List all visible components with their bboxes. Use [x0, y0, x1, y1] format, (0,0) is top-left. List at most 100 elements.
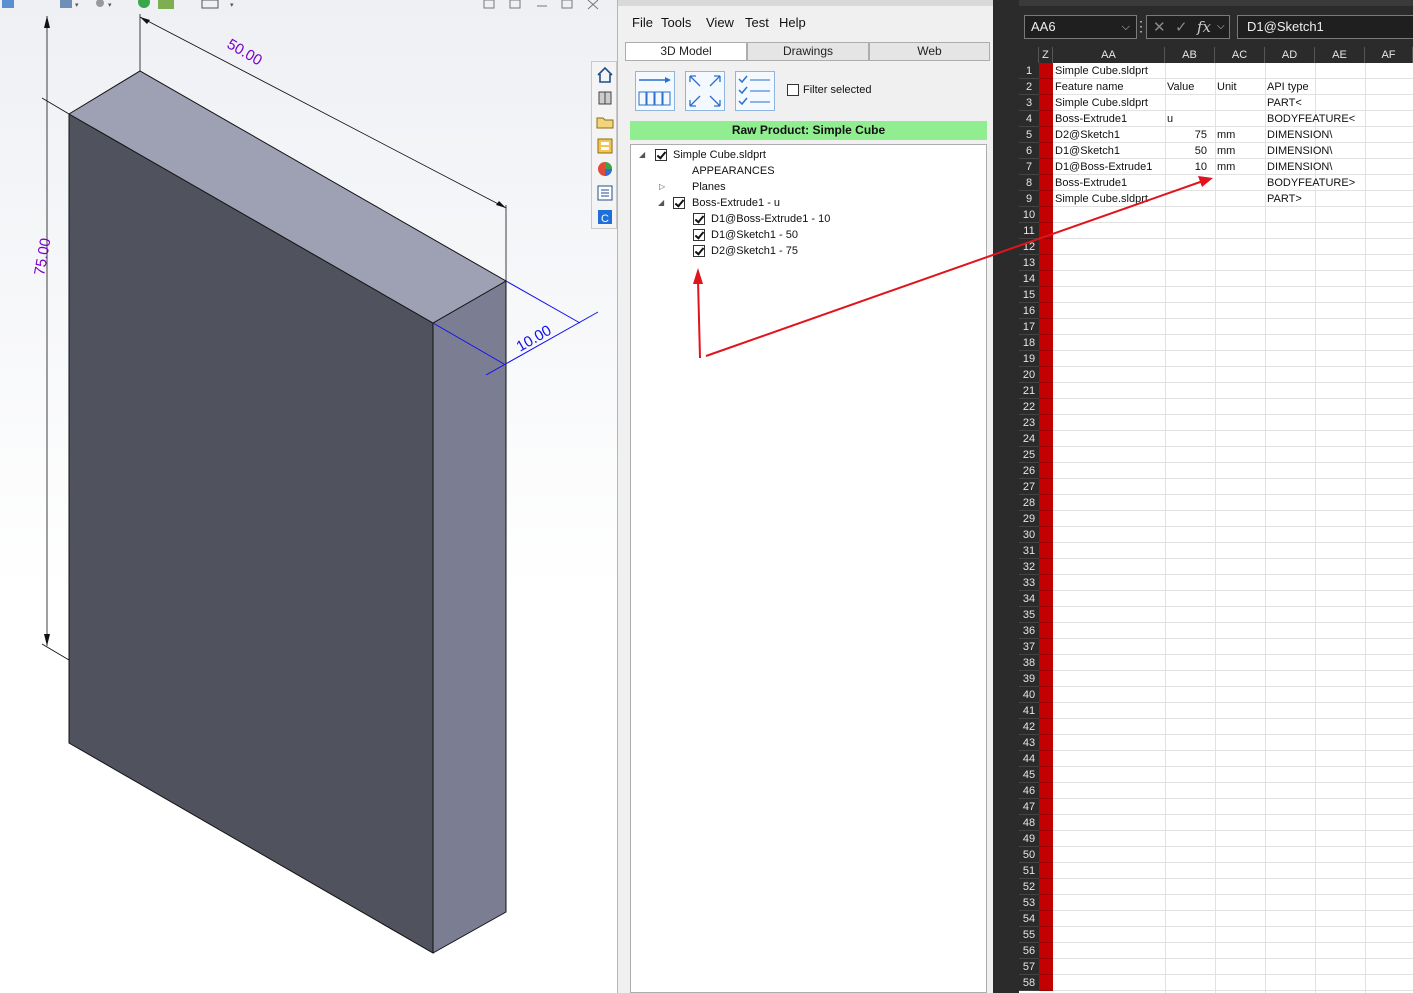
folder-icon[interactable]: [595, 112, 615, 132]
marker-cell[interactable]: [1039, 575, 1053, 591]
tree-item-boss-extrude[interactable]: Boss-Extrude1 - u: [692, 195, 780, 211]
row-header[interactable]: 35: [1019, 607, 1039, 623]
tree-checkbox-part[interactable]: [655, 149, 667, 161]
marker-cell[interactable]: [1039, 671, 1053, 687]
cell-ad-row5[interactable]: DIMENSION\: [1265, 127, 1332, 143]
cell-ab-row6[interactable]: 50: [1165, 143, 1215, 159]
marker-cell[interactable]: [1039, 255, 1053, 271]
row-header[interactable]: 54: [1019, 911, 1039, 927]
chevron-down-icon[interactable]: ⌵: [1122, 16, 1130, 38]
expand-collapse-button[interactable]: [685, 71, 725, 111]
cell-ac-row6[interactable]: mm: [1215, 143, 1265, 159]
row-header[interactable]: 6: [1019, 143, 1039, 159]
tab-3d-model[interactable]: 3D Model: [625, 42, 747, 61]
name-box[interactable]: AA6 ⌵: [1024, 15, 1137, 39]
row-header[interactable]: 32: [1019, 559, 1039, 575]
cell-ac-row9[interactable]: [1215, 191, 1265, 207]
column-header-af[interactable]: AF: [1365, 47, 1413, 63]
row-header[interactable]: 18: [1019, 335, 1039, 351]
cell-ad-row7[interactable]: DIMENSION\: [1265, 159, 1332, 175]
tree-item-dim-width[interactable]: D1@Sketch1 - 50: [711, 227, 798, 243]
marker-cell[interactable]: [1039, 943, 1053, 959]
insert-function-icon[interactable]: fx: [1197, 18, 1211, 36]
formula-bar[interactable]: D1@Sketch1: [1237, 15, 1413, 39]
row-header[interactable]: 49: [1019, 831, 1039, 847]
row-header[interactable]: 33: [1019, 575, 1039, 591]
menu-help[interactable]: Help: [779, 15, 806, 30]
row-header[interactable]: 40: [1019, 687, 1039, 703]
cell-aa-row4[interactable]: Boss-Extrude1: [1053, 111, 1165, 127]
cell-ad-row6[interactable]: DIMENSION\: [1265, 143, 1332, 159]
row-header[interactable]: 17: [1019, 319, 1039, 335]
row-header[interactable]: 56: [1019, 943, 1039, 959]
view-palette-icon[interactable]: [595, 136, 615, 156]
cell-ac-row3[interactable]: [1215, 95, 1265, 111]
marker-cell[interactable]: [1039, 655, 1053, 671]
marker-cell[interactable]: [1039, 463, 1053, 479]
cell-ad-row2[interactable]: API type: [1265, 79, 1315, 95]
row-header[interactable]: 52: [1019, 879, 1039, 895]
row-header[interactable]: 58: [1019, 975, 1039, 991]
row-header[interactable]: 23: [1019, 415, 1039, 431]
tree-checkbox-dim-depth[interactable]: [693, 213, 705, 225]
row-header[interactable]: 38: [1019, 655, 1039, 671]
marker-cell[interactable]: [1039, 351, 1053, 367]
row-header[interactable]: 41: [1019, 703, 1039, 719]
parts-icon[interactable]: [595, 88, 615, 108]
checklist-button[interactable]: [735, 71, 775, 111]
marker-cell[interactable]: [1039, 335, 1053, 351]
marker-cell[interactable]: [1039, 559, 1053, 575]
column-header-ad[interactable]: AD: [1265, 47, 1315, 63]
cell-ad-row8[interactable]: BODYFEATURE>: [1265, 175, 1355, 191]
marker-cell[interactable]: [1039, 911, 1053, 927]
marker-cell[interactable]: [1039, 719, 1053, 735]
appearances-icon[interactable]: [595, 159, 615, 179]
cube-model[interactable]: 50.00 75.00 10.00: [0, 0, 617, 993]
cell-ad-row4[interactable]: BODYFEATURE<: [1265, 111, 1355, 127]
marker-cell[interactable]: [1039, 431, 1053, 447]
row-header[interactable]: 47: [1019, 799, 1039, 815]
marker-cell[interactable]: [1039, 895, 1053, 911]
chevron-down-icon[interactable]: ⌵: [1217, 21, 1225, 32]
row-header[interactable]: 34: [1019, 591, 1039, 607]
cell-ac-row8[interactable]: [1215, 175, 1265, 191]
cell-ac-row4[interactable]: [1215, 111, 1265, 127]
cell-ad-row3[interactable]: PART<: [1265, 95, 1315, 111]
row-header[interactable]: 29: [1019, 511, 1039, 527]
tab-web[interactable]: Web: [869, 42, 990, 61]
row-header[interactable]: 4: [1019, 111, 1039, 127]
row-header[interactable]: 12: [1019, 239, 1039, 255]
tree-checkbox-dim-height[interactable]: [693, 245, 705, 257]
marker-cell[interactable]: [1039, 623, 1053, 639]
row-header[interactable]: 39: [1019, 671, 1039, 687]
marker-cell[interactable]: [1039, 143, 1053, 159]
marker-cell[interactable]: [1039, 479, 1053, 495]
row-header[interactable]: 3: [1019, 95, 1039, 111]
row-header[interactable]: 13: [1019, 255, 1039, 271]
cell-ac-row7[interactable]: mm: [1215, 159, 1265, 175]
column-header-aa[interactable]: AA: [1053, 47, 1165, 63]
cell-ab-row5[interactable]: 75: [1165, 127, 1215, 143]
marker-cell[interactable]: [1039, 399, 1053, 415]
marker-cell[interactable]: [1039, 959, 1053, 975]
home-icon[interactable]: [595, 65, 615, 85]
marker-cell[interactable]: [1039, 511, 1053, 527]
row-header[interactable]: 26: [1019, 463, 1039, 479]
row-header[interactable]: 43: [1019, 735, 1039, 751]
marker-cell[interactable]: [1039, 591, 1053, 607]
marker-cell[interactable]: [1039, 95, 1053, 111]
row-header[interactable]: 46: [1019, 783, 1039, 799]
export-to-table-button[interactable]: [635, 71, 675, 111]
marker-cell[interactable]: [1039, 367, 1053, 383]
cell-ab-row7[interactable]: 10: [1165, 159, 1215, 175]
filter-selected-checkbox[interactable]: [787, 84, 799, 96]
marker-cell[interactable]: [1039, 223, 1053, 239]
row-header[interactable]: 15: [1019, 287, 1039, 303]
menu-test[interactable]: Test: [745, 15, 769, 30]
marker-cell[interactable]: [1039, 639, 1053, 655]
row-header[interactable]: 7: [1019, 159, 1039, 175]
marker-cell[interactable]: [1039, 239, 1053, 255]
cell-ab-row4[interactable]: u: [1165, 111, 1215, 127]
menu-file[interactable]: File: [632, 15, 653, 30]
cell-ad-row9[interactable]: PART>: [1265, 191, 1315, 207]
